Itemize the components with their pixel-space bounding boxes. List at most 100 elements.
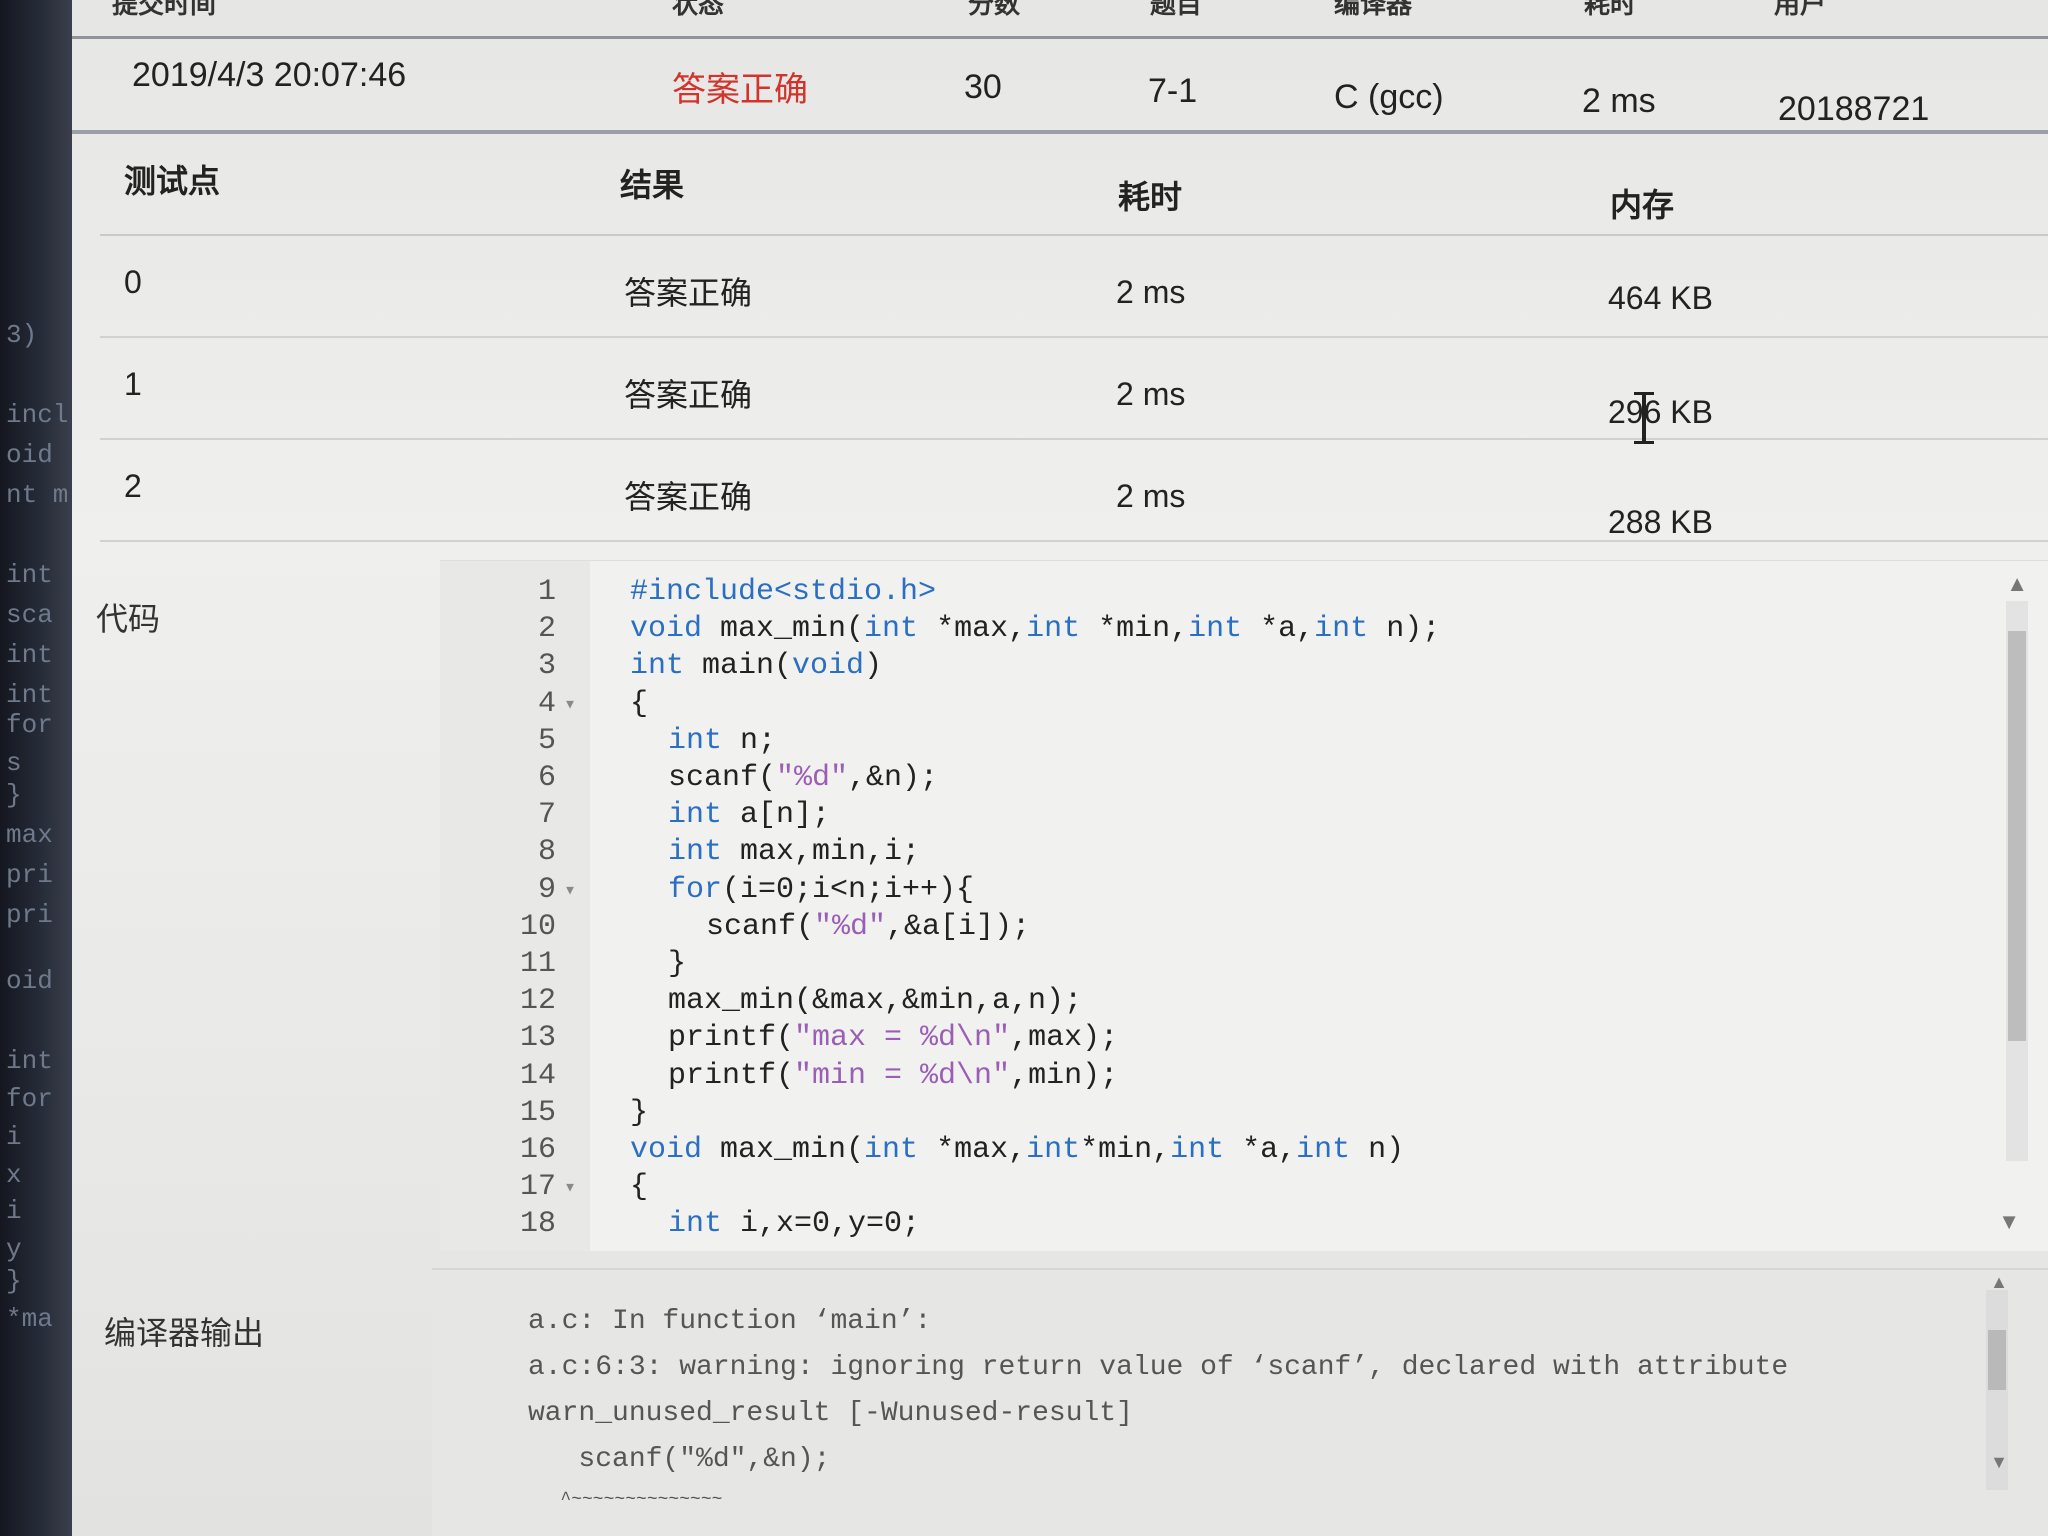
output-scroll-down-icon[interactable]: ▼ <box>1990 1452 2008 1473</box>
code-token: *a, <box>1242 612 1315 647</box>
code-line: 6 scanf("%d",&n); <box>440 761 1940 798</box>
fold-toggle-icon[interactable]: ▾ <box>564 877 576 903</box>
line-number: 18 <box>519 1207 556 1242</box>
testcase-result[interactable]: 答案正确 <box>624 472 752 518</box>
code-keyword: int <box>1188 612 1243 647</box>
code-token: *a, <box>1224 1133 1297 1167</box>
code-token: ,min); <box>1010 1058 1119 1093</box>
code-line: 9 ▾ for(i=0;i<n;i++){ <box>440 873 1940 910</box>
header-submit-time: 提交时间 <box>112 0 217 19</box>
strip-text-fragment: } <box>6 1266 22 1296</box>
code-token: printf( <box>668 1021 795 1056</box>
output-scroll-thumb[interactable] <box>1988 1330 2006 1390</box>
testcase-table: 测试点 结果 耗时 内存 0 答案正确 2 ms 464 KB 1 答案正确 2 ms 296… <box>100 138 2048 542</box>
line-number: 17 <box>519 1170 556 1205</box>
code-line: 2 void max_min(int *max,int *min,int *a,i… <box>440 612 1940 649</box>
code-text: #include<stdio.h> <box>630 575 936 609</box>
testcase-result[interactable]: 答案正确 <box>624 370 752 416</box>
line-number: 13 <box>519 1021 556 1056</box>
line-number: 6 <box>537 761 556 795</box>
line-number: 2 <box>537 612 556 647</box>
strip-text-fragment: i <box>6 1196 22 1226</box>
testcase-memory: 288 KB <box>1608 504 1713 540</box>
fold-toggle-icon[interactable]: ▾ <box>564 1174 576 1200</box>
submission-problem[interactable]: 7-1 <box>1148 72 1197 111</box>
testcase-rows: 0 答案正确 2 ms 464 KB 1 答案正确 2 ms 296 KB 2 答案正确 2 ms 2… <box>100 236 2048 542</box>
code-token: ) <box>864 649 883 684</box>
code-token: ,&n); <box>848 761 939 795</box>
code-text: for(i=0;i<n;i++){ <box>668 873 974 907</box>
code-line: 18 int i,x=0,y=0; <box>440 1207 1940 1244</box>
strip-text-fragment: sca <box>6 600 53 630</box>
strip-text-fragment: i <box>6 1122 22 1152</box>
code-token: *min, <box>1080 1133 1171 1167</box>
compiler-output-line: warn_unused_result [-Wunused-result] <box>528 1398 1133 1429</box>
code-text: void max_min(int *max,int*min,int *a,int… <box>630 1133 1404 1167</box>
code-token: (i=0;i<n;i++){ <box>722 872 975 907</box>
line-number: 16 <box>519 1133 556 1167</box>
strip-text-fragment: pri <box>6 860 53 890</box>
line-number: 11 <box>519 947 556 981</box>
strip-text-fragment: 3) <box>6 320 38 350</box>
strip-text-fragment: } <box>6 780 22 810</box>
code-text: void max_min(int *max,int *min,int *a,in… <box>630 612 1440 646</box>
code-line: 7 int a[n]; <box>440 798 1940 835</box>
line-number: 1 <box>537 575 556 609</box>
testcase-memory: 296 KB <box>1608 394 1713 430</box>
code-scrollbar[interactable] <box>2006 601 2028 1161</box>
code-token: max_min(&max,&min,a,n); <box>668 984 1083 1019</box>
code-token: *max, <box>918 612 1027 647</box>
code-line: 13 printf("max = %d\n",max); <box>440 1021 1940 1058</box>
code-keyword: int <box>1170 1133 1225 1167</box>
header-testcase: 测试点 <box>124 163 221 199</box>
code-token: a[n]; <box>722 798 831 833</box>
code-line: 1 #include<stdio.h> <box>440 575 1940 612</box>
testcase-row: 0 答案正确 2 ms 464 KB <box>100 236 2048 338</box>
testcase-time: 2 ms <box>1116 376 1186 412</box>
strip-text-fragment: int <box>6 1046 53 1076</box>
code-string: "%d" <box>814 909 887 944</box>
line-number: 3 <box>537 649 556 684</box>
code-line: 16 void max_min(int *max,int*min,int *a,i… <box>440 1133 1940 1170</box>
code-text: int n; <box>668 724 776 758</box>
code-keyword: int <box>1026 612 1081 647</box>
code-token: scanf( <box>706 909 815 944</box>
code-keyword: int <box>668 723 723 758</box>
strip-text-fragment: y <box>6 1234 22 1264</box>
header-time: 耗时 <box>1118 179 1183 215</box>
output-scroll-up-icon[interactable]: ▲ <box>1990 1272 2008 1293</box>
submission-user[interactable]: 20188721 <box>1778 90 1929 129</box>
code-text: int max,min,i; <box>668 835 920 869</box>
line-number: 9 <box>537 872 556 907</box>
code-text: printf("max = %d\n",max); <box>668 1021 1118 1055</box>
scroll-up-arrow-icon[interactable]: ▲ <box>2006 571 2028 597</box>
code-editor[interactable]: 1 #include<stdio.h> 2 void max_min(int *max… <box>440 560 2048 1251</box>
strip-text-fragment: int <box>6 640 53 670</box>
line-number: 8 <box>537 835 556 870</box>
submission-compiler: C (gcc) <box>1334 78 1444 116</box>
submission-status[interactable]: 答案正确 <box>672 62 808 111</box>
code-keyword: int <box>1314 612 1369 647</box>
header-memory: 内存 <box>1610 187 1675 223</box>
code-text: } <box>630 1096 648 1130</box>
testcase-id: 2 <box>124 468 142 504</box>
code-string: "min = %d\n" <box>794 1058 1011 1093</box>
code-text: } <box>668 947 686 981</box>
code-text: scanf("%d",&n); <box>668 761 938 795</box>
code-token: } <box>668 947 687 981</box>
code-scroll-thumb[interactable] <box>2008 631 2026 1041</box>
fold-toggle-icon[interactable]: ▾ <box>564 691 576 717</box>
scroll-down-arrow-icon[interactable]: ▼ <box>1998 1209 2020 1235</box>
testcase-memory: 464 KB <box>1608 280 1713 316</box>
testcase-id: 0 <box>124 264 142 300</box>
strip-text-fragment: x <box>6 1160 22 1190</box>
code-keyword: void <box>792 649 865 684</box>
testcase-result[interactable]: 答案正确 <box>624 268 752 314</box>
testcase-id: 1 <box>124 366 142 402</box>
code-string: "max = %d\n" <box>794 1021 1011 1056</box>
code-line: 8 int max,min,i; <box>440 835 1940 872</box>
header-user: 用户 <box>1774 0 1827 19</box>
code-token: n) <box>1350 1133 1405 1167</box>
code-keyword: int <box>1296 1133 1351 1167</box>
code-keyword: int <box>668 798 723 833</box>
